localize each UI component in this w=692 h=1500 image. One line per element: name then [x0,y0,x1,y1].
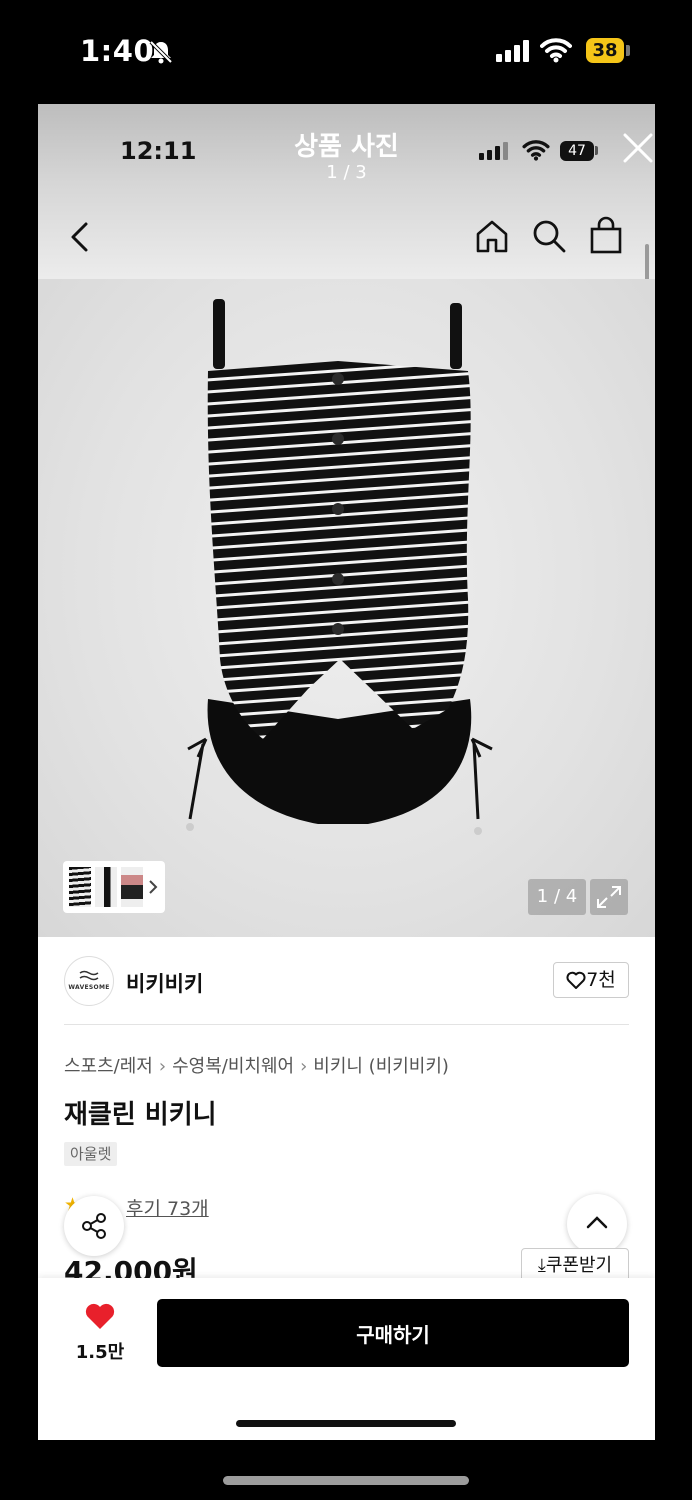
heart-outline-icon [566,971,586,989]
device-status-bar: 1:40 38 [0,0,692,104]
wave-logo-icon [79,970,99,981]
battery-nub [595,146,598,155]
status-time: 1:40 [80,34,155,68]
purchase-bar: 1.5만 구매하기 [38,1278,655,1440]
silent-bell-icon [149,40,173,64]
screenshot-battery: 47 [560,141,594,161]
brand-like-count: 7천 [586,969,616,991]
expand-button[interactable] [590,879,628,915]
home-icon[interactable] [474,218,510,254]
breadcrumb-item[interactable]: 스포츠/레저 [64,1056,153,1077]
viewer-counter: 1 / 3 [326,162,367,183]
screenshot-home-indicator [236,1420,456,1427]
brand-logo-text: WAVESOME [68,984,110,991]
thumbnail-1[interactable] [69,867,91,907]
viewer-header: 12:11 상품 사진 1 / 3 47 [38,104,655,310]
wifi-icon [522,140,550,161]
brand-name[interactable]: 비키비키 [126,968,203,998]
scroll-top-button[interactable] [567,1194,627,1254]
brand-logo[interactable]: WAVESOME [64,956,114,1006]
thumbnail-3[interactable] [121,867,143,907]
wifi-icon [540,38,572,63]
breadcrumb-item[interactable]: 비키니 (비키비키) [313,1056,449,1077]
coupon-label: 쿠폰받기 [545,1255,613,1276]
breadcrumb-item[interactable]: 수영복/비치웨어 [172,1056,294,1077]
search-icon[interactable] [531,218,567,254]
breadcrumb-separator-icon: › [158,1056,167,1077]
product-title: 재클린 비키니 [64,1100,217,1130]
heart-filled-icon[interactable] [84,1302,116,1330]
download-icon: ⤓ [537,1255,546,1276]
cellular-signal-icon [479,142,508,160]
battery-nub [626,45,630,56]
swimsuit-image [186,299,493,835]
thumbnail-strip[interactable] [63,861,165,913]
breadcrumb: 스포츠/레저 › 수영복/비치웨어 › 비키니 (비키비키) [64,1052,449,1078]
review-link[interactable]: 후기 73개 [126,1194,209,1221]
product-photo[interactable] [38,279,655,937]
close-icon[interactable] [622,132,654,164]
breadcrumb-separator-icon: › [300,1056,308,1077]
buy-button[interactable]: 구매하기 [157,1299,629,1367]
chevron-right-icon[interactable] [147,879,159,895]
wish-count: 1.5만 [75,1342,125,1363]
chevron-up-icon [586,1216,608,1229]
cellular-signal-icon [496,40,529,62]
back-arrow-icon[interactable] [68,220,92,254]
image-page-indicator: 1 / 4 [528,879,586,915]
share-button[interactable] [64,1196,124,1256]
battery-indicator: 38 [586,38,624,63]
home-indicator[interactable] [223,1476,469,1485]
photo-viewer: 12:11 상품 사진 1 / 3 47 1 / 4 WAVESOME 비키비키… [38,104,655,1440]
outlet-tag: 아울렛 [64,1142,118,1166]
divider [64,1024,629,1025]
brand-like-button[interactable]: 7천 [553,962,629,998]
expand-icon [597,886,621,908]
shopping-bag-icon[interactable] [588,216,624,254]
thumbnail-2[interactable] [95,867,117,907]
share-icon [82,1213,106,1239]
